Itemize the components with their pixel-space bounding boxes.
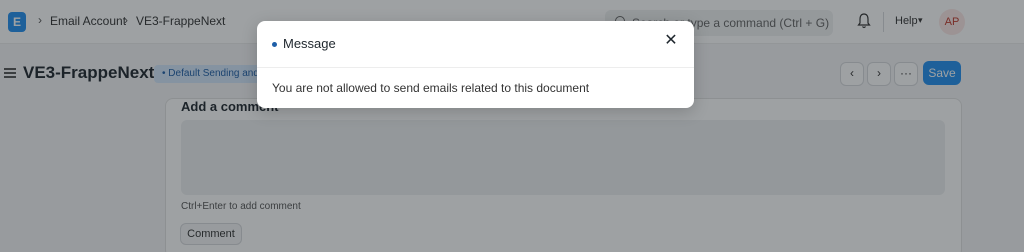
dialog-divider — [257, 67, 694, 68]
dialog-title: Message — [283, 36, 336, 51]
dialog-message: You are not allowed to send emails relat… — [272, 81, 590, 95]
message-dialog: Message ✕ You are not allowed to send em… — [257, 21, 694, 108]
close-icon[interactable]: ✕ — [663, 33, 679, 49]
indicator-dot-icon — [272, 42, 277, 47]
